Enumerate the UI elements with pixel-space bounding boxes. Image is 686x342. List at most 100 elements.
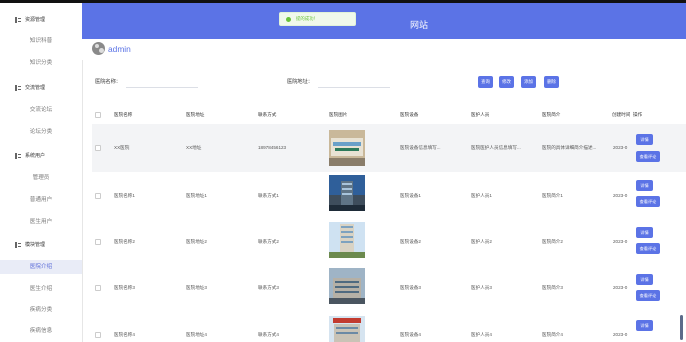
grid-icon [15,84,21,91]
cell-equipment: 医院设备3 [400,285,421,290]
cell-contact: 联系方式3 [258,285,279,290]
view-comments-button[interactable]: 查看评论 [636,243,660,254]
sidebar-group-communication[interactable]: 交流管理 [15,84,45,91]
hospital-address-input[interactable] [318,87,390,88]
cell-address: 医院地址4 [186,332,207,337]
cell-intro: 医院简介3 [542,285,563,290]
sidebar-item-knowledge[interactable]: 知识科普 [0,34,82,48]
view-comments-button[interactable]: 查看评论 [636,196,660,207]
row-checkbox[interactable] [95,285,101,291]
cell-equipment: 医院设备1 [400,193,421,198]
column-header: 医院名称 [114,112,133,117]
row-checkbox[interactable] [95,332,101,338]
cell-contact: 联系方式4 [258,332,279,337]
sidebar-item-normal-users[interactable]: 普通用户 [0,193,82,207]
top-header: 网站 [82,3,686,39]
select-all-checkbox[interactable] [95,112,101,118]
cell-equipment: 医院设备2 [400,239,421,244]
avatar[interactable] [92,42,105,55]
sidebar-group-resources[interactable]: 资源管理 [15,16,45,23]
cell-intro: 医院简介1 [542,193,563,198]
hospital-image [329,175,365,211]
hospital-image [329,316,365,342]
cell-created: 2023-0 [613,145,628,150]
cell-name: 医院名称4 [114,332,135,337]
add-button[interactable]: 添加 [521,76,536,88]
cell-address: 医院地址1 [186,193,207,198]
column-header: 医护人员 [471,112,490,117]
cell-contact: 18978456123 [258,145,287,150]
site-title: 网站 [410,20,429,30]
cell-equipment: 医院设备信息填写... [400,145,441,150]
vertical-scrollbar[interactable] [680,315,683,340]
column-header: 医院图片 [329,112,348,117]
cell-intro: 医院的具体详细简介描述... [542,145,597,150]
sidebar-item-forum-category[interactable]: 论坛分类 [0,125,82,139]
sidebar-item-disease-info[interactable]: 疾病信息 [0,324,82,338]
detail-button[interactable]: 详情 [636,320,653,331]
column-header: 联系方式 [258,112,277,117]
grid-icon [15,241,21,248]
hospital-name-label: 医院名称： [95,79,121,85]
cell-name: XX医院 [114,145,130,150]
delete-button[interactable]: 删除 [544,76,559,88]
view-comments-button[interactable]: 查看评论 [636,151,660,162]
row-checkbox[interactable] [95,239,101,245]
toast-message: 提的成功！ [296,16,318,21]
sidebar-item-hospital-intro[interactable]: 医院介绍 [0,260,82,274]
cell-staff: 医护人员4 [471,332,492,337]
cell-intro: 医院简介4 [542,332,563,337]
sidebar-item-knowledge-category[interactable]: 知识分类 [0,56,82,70]
sidebar-group-label: 系统用户 [25,153,46,159]
detail-button[interactable]: 详情 [636,274,653,285]
cell-staff: 医护人员2 [471,239,492,244]
edit-button[interactable]: 修改 [499,76,514,88]
cell-name: 医院名称1 [114,193,135,198]
hospital-name-input[interactable] [126,87,198,88]
sidebar-group-system-users[interactable]: 系统用户 [15,152,45,159]
table-row: XX医院 XX地址 18978456123 医院设备信息填写... 医院医护人员… [92,124,686,172]
cell-created: 2023-0 [613,285,628,290]
query-button[interactable]: 查询 [478,76,493,88]
table-header: 医院名称 医院地址 联系方式 医院图片 医院设备 医护人员 医院简介 创建时间 … [92,110,686,122]
column-header: 创建时间 [612,112,631,117]
table-row: 医院名称3 医院地址3 联系方式3 医院设备3 医护人员3 医院简介3 2023… [92,264,686,312]
sidebar-item-admin[interactable]: 管理员 [0,171,82,185]
cell-equipment: 医院设备4 [400,332,421,337]
detail-button[interactable]: 详情 [636,134,653,145]
cell-name: 医院名称2 [114,239,135,244]
user-bar: admin [82,39,686,60]
row-checkbox[interactable] [95,193,101,199]
success-icon [286,16,291,22]
grid-icon [15,152,21,159]
row-checkbox[interactable] [95,145,101,151]
success-toast: 提的成功！ [279,12,356,26]
cell-address: 医院地址3 [186,285,207,290]
cell-address: 医院地址2 [186,239,207,244]
hospital-image [329,222,365,258]
hospital-image [329,130,365,166]
table-row: 医院名称4 医院地址4 联系方式4 医院设备4 医护人员4 医院简介4 2023… [92,312,686,342]
sidebar-item-forum[interactable]: 交流论坛 [0,103,82,117]
cell-created: 2023-0 [613,239,628,244]
view-comments-button[interactable]: 查看评论 [636,290,660,301]
column-header: 操作 [633,112,643,117]
cell-name: 医院名称3 [114,285,135,290]
detail-button[interactable]: 详情 [636,227,653,238]
sidebar-group-label: 交流管理 [25,85,46,91]
sidebar: 资源管理 知识科普 知识分类 交流管理 交流论坛 论坛分类 系统用户 管理员 普… [0,3,83,342]
sidebar-item-disease-category[interactable]: 疾病分类 [0,303,82,317]
hospital-image [329,268,365,304]
sidebar-item-doctor-intro[interactable]: 医生介绍 [0,282,82,296]
sidebar-group-modules[interactable]: 模块管理 [15,241,45,248]
cell-address: XX地址 [186,145,202,150]
cell-staff: 医院医护人员信息填写... [471,145,521,150]
detail-button[interactable]: 详情 [636,180,653,191]
username: admin [108,44,131,54]
sidebar-item-doctor-users[interactable]: 医生用户 [0,215,82,229]
cell-contact: 联系方式1 [258,193,279,198]
column-header: 医院设备 [400,112,419,117]
cell-created: 2023-0 [613,193,628,198]
sidebar-group-label: 资源管理 [25,17,46,23]
cell-staff: 医护人员3 [471,285,492,290]
